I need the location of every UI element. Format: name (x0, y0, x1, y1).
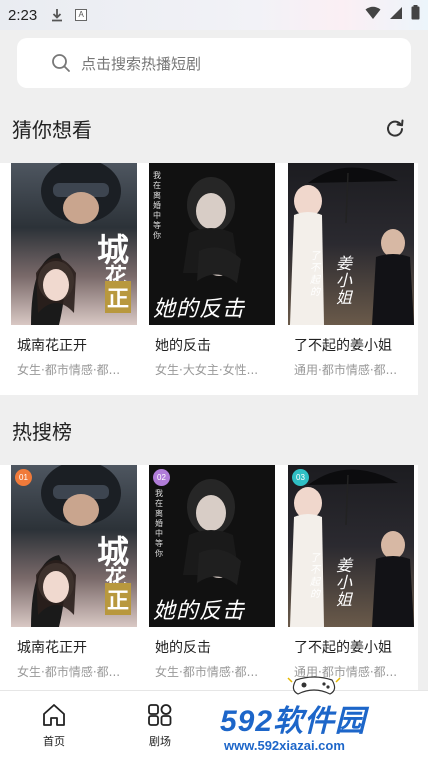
watermark-url: www.592xiazai.com (224, 738, 345, 753)
wifi-icon (365, 6, 381, 25)
card-tags: 女生·都市情感·都... (17, 665, 121, 679)
hot-panel: 城 花 正 01 城南花正开 女生·都市情感·都... 我在离婚中等你 她的反击… (0, 465, 418, 690)
poster-calligraphy-1: 了不起的 (310, 251, 320, 298)
search-icon (52, 54, 70, 72)
card-tags: 女生·都市情感·都... (155, 665, 259, 679)
rank-badge: 01 (15, 469, 32, 486)
card-title: 城南花正开 (17, 338, 87, 354)
nav-theater-label: 剧场 (149, 735, 171, 748)
battery-icon (411, 5, 420, 25)
poster-title-3: 正 (105, 583, 132, 615)
refresh-icon[interactable] (384, 117, 406, 139)
watermark: 592软件园 www.592xiazai.com (212, 696, 428, 760)
poster-image: 我在离婚中等你 她的反击 02 (149, 465, 275, 627)
hot-card[interactable]: 了不起的 姜小姐 03 了不起的姜小姐 通用·都市情感·都... (288, 465, 414, 679)
hot-card[interactable]: 我在离婚中等你 她的反击 02 她的反击 女生·都市情感·都... (149, 465, 275, 679)
nav-home-label: 首页 (43, 735, 65, 748)
poster-calligraphy: 她的反击 (153, 297, 246, 322)
status-bar: 2:23 A (0, 0, 428, 30)
nav-theater[interactable]: 剧场 (130, 703, 190, 749)
status-time: 2:23 (8, 6, 38, 24)
poster-vertical-text: 我在离婚中等你 (153, 171, 161, 240)
poster-image: 了不起的 姜小姐 03 (288, 465, 414, 627)
card-title: 了不起的姜小姐 (294, 640, 392, 656)
poster-vertical-text: 我在离婚中等你 (155, 489, 163, 558)
card-title: 她的反击 (155, 640, 211, 656)
search-placeholder: 点击搜索热播短剧 (81, 54, 202, 73)
theater-icon (148, 704, 172, 726)
hot-card[interactable]: 城 花 正 01 城南花正开 女生·都市情感·都... (11, 465, 137, 679)
card-tags: 通用·都市情感·都... (294, 363, 398, 377)
card-title: 了不起的姜小姐 (294, 338, 392, 354)
poster-image: 城 花 正 01 (11, 465, 137, 627)
rank-badge: 03 (292, 469, 309, 486)
poster-image: 我在离婚中等你 她的反击 (149, 163, 275, 325)
nav-home[interactable]: 首页 (24, 703, 84, 749)
poster-calligraphy-1: 了不起的 (310, 553, 320, 600)
home-icon (43, 704, 65, 726)
recommend-panel: 城 花 正 城南花正开 女生·都市情感·都... 我在离婚中等你 她的反击 她的… (0, 163, 418, 395)
search-bar[interactable]: 点击搜索热播短剧 (17, 38, 411, 88)
card-tags: 女生·都市情感·都... (17, 363, 121, 377)
watermark-brand: 592软件园 (220, 705, 367, 738)
app-a-icon: A (75, 9, 88, 21)
signal-icon (389, 6, 403, 25)
poster-image: 了不起的 姜小姐 (288, 163, 414, 325)
card-tags: 女生·大女主·女性... (155, 363, 259, 377)
section-title-hot: 热搜榜 (12, 420, 72, 444)
card-title: 城南花正开 (17, 640, 87, 656)
poster-calligraphy-2: 姜小姐 (336, 556, 353, 609)
recommend-card[interactable]: 了不起的 姜小姐 了不起的姜小姐 通用·都市情感·都... (288, 163, 414, 377)
section-title-recommend: 猜你想看 (12, 118, 92, 142)
poster-calligraphy-2: 姜小姐 (336, 254, 353, 307)
poster-image: 城 花 正 (11, 163, 137, 325)
poster-calligraphy: 她的反击 (153, 599, 246, 624)
card-title: 她的反击 (155, 338, 211, 354)
recommend-card[interactable]: 我在离婚中等你 她的反击 她的反击 女生·大女主·女性... (149, 163, 275, 377)
poster-title-3: 正 (105, 281, 132, 313)
recommend-card[interactable]: 城 花 正 城南花正开 女生·都市情感·都... (11, 163, 137, 377)
game-controller-icon (287, 676, 341, 695)
download-icon (49, 7, 65, 23)
rank-badge: 02 (153, 469, 170, 486)
